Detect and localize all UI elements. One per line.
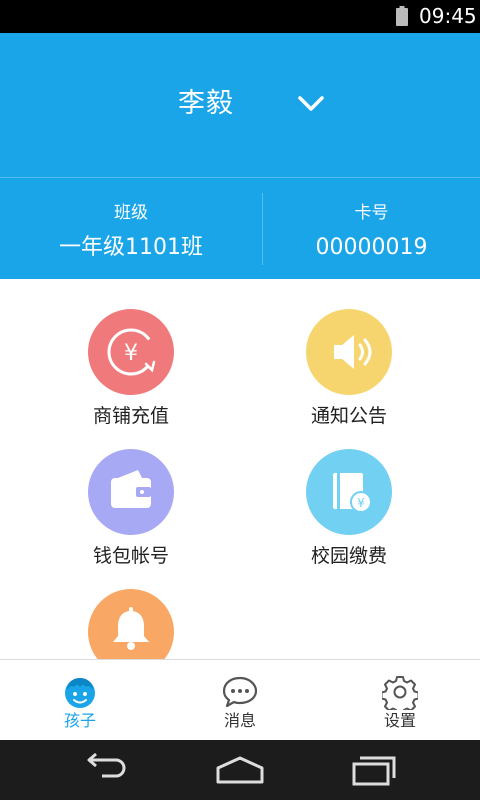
menu-grid: ¥ 商铺充值 通知公告 钱包帐号 ¥ 校园缴费 — [0, 279, 480, 659]
menu-item-notice[interactable]: 通知公告 — [259, 309, 439, 429]
tab-label: 消息 — [223, 711, 256, 730]
card-label: 卡号 — [354, 203, 389, 223]
bell-icon — [113, 607, 149, 650]
menu-item-shop-recharge[interactable]: ¥ 商铺充值 — [41, 309, 221, 429]
svg-text:¥: ¥ — [357, 496, 365, 510]
chat-bubble-icon — [222, 676, 258, 708]
tab-messages[interactable]: 消息 — [160, 660, 320, 740]
status-bar: 09:45 — [0, 0, 480, 33]
class-info: 班级 一年级1101班 — [0, 201, 262, 265]
back-arrow-icon — [87, 752, 126, 778]
tab-child[interactable]: 孩子 — [0, 660, 160, 740]
battery-icon — [396, 6, 408, 26]
gear-icon — [382, 676, 418, 710]
menu-item-label: 通知公告 — [310, 405, 387, 427]
speaker-icon — [334, 335, 372, 369]
bottom-tab-bar: 孩子 消息 设置 — [0, 659, 480, 740]
tab-label: 设置 — [383, 711, 416, 730]
home-icon — [216, 756, 264, 784]
svg-text:¥: ¥ — [124, 341, 138, 366]
recents-button[interactable] — [344, 750, 404, 790]
menu-icon-circle — [306, 309, 392, 395]
recent-apps-icon — [352, 756, 396, 786]
menu-item-wallet[interactable]: 钱包帐号 — [41, 449, 221, 569]
wallet-icon — [111, 470, 151, 508]
menu-item-label: 钱包帐号 — [92, 545, 169, 567]
book-yuan-icon: ¥ — [333, 473, 372, 513]
class-label: 班级 — [114, 203, 148, 223]
header-divider — [0, 177, 480, 178]
child-face-icon — [65, 678, 95, 708]
menu-item-label: 商铺充值 — [92, 405, 169, 427]
menu-icon-circle — [88, 589, 174, 659]
tab-settings[interactable]: 设置 — [320, 660, 480, 740]
card-info: 卡号 00000019 — [263, 201, 480, 265]
menu-item-label: 校园缴费 — [310, 545, 387, 567]
card-value: 00000019 — [315, 235, 428, 260]
system-nav-bar — [0, 740, 480, 800]
status-time: 09:45 — [419, 4, 477, 28]
menu-icon-circle: ¥ — [88, 309, 174, 395]
child-name: 李毅 — [178, 88, 234, 119]
menu-icon-circle: ¥ — [306, 449, 392, 535]
child-header: 李毅 班级 一年级1101班 卡号 00000019 — [0, 33, 480, 279]
class-value: 一年级1101班 — [59, 235, 203, 260]
home-button[interactable] — [210, 750, 270, 790]
menu-icon-circle — [88, 449, 174, 535]
tab-label: 孩子 — [63, 711, 96, 730]
child-selector[interactable]: 李毅 — [0, 33, 480, 177]
chevron-down-icon — [298, 96, 324, 111]
menu-item-school-fees[interactable]: ¥ 校园缴费 — [259, 449, 439, 569]
back-button[interactable] — [76, 750, 136, 790]
yuan-recharge-icon: ¥ — [107, 328, 157, 376]
menu-item-alerts[interactable] — [41, 589, 221, 659]
